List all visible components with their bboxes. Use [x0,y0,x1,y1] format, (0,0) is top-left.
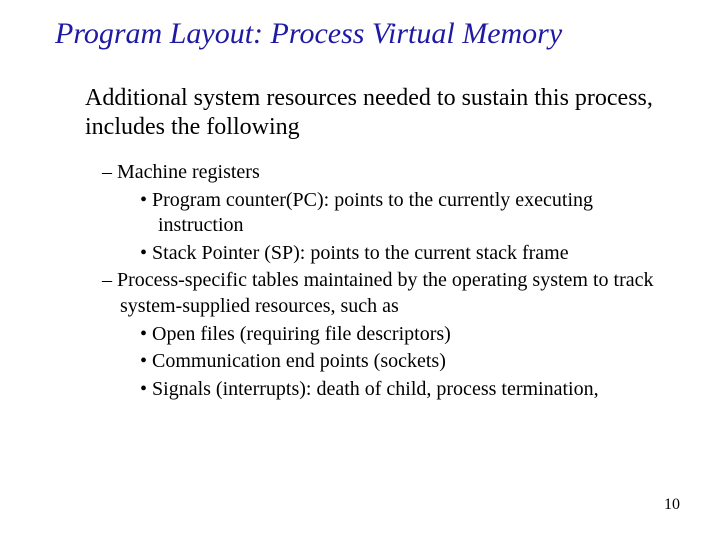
list-item: Process-specific tables maintained by th… [90,268,670,319]
list-item: Machine registers [90,160,670,186]
slide: Program Layout: Process Virtual Memory A… [0,0,720,540]
list-item: Signals (interrupts): death of child, pr… [90,377,670,403]
intro-paragraph: Additional system resources needed to su… [85,84,660,143]
list-item: Stack Pointer (SP): points to the curren… [90,241,670,267]
list-item: Program counter(PC): points to the curre… [90,188,670,239]
list-item: Open files (requiring file descriptors) [90,322,670,348]
slide-title: Program Layout: Process Virtual Memory [55,16,690,52]
page-number: 10 [664,496,680,514]
bullet-list: Machine registers Program counter(PC): p… [90,160,670,404]
list-item: Communication end points (sockets) [90,349,670,375]
